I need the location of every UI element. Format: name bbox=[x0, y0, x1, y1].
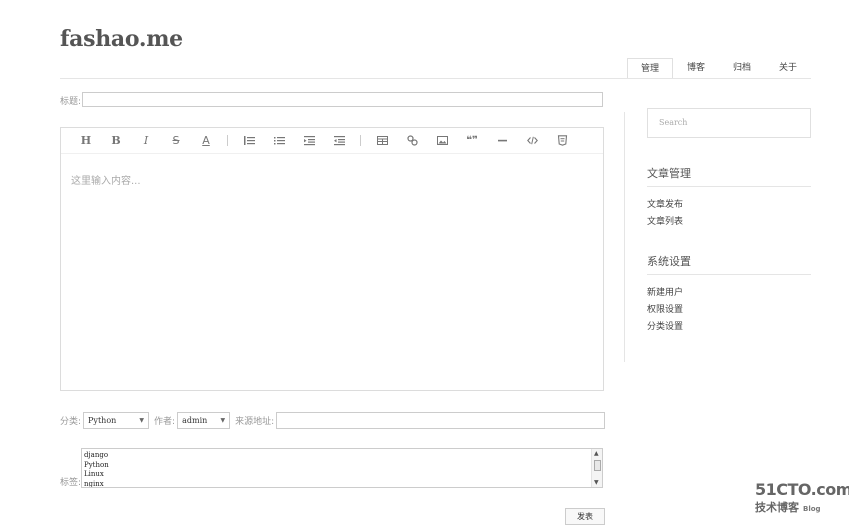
tab-manage[interactable]: 管理 bbox=[627, 58, 673, 79]
table-button[interactable] bbox=[367, 128, 397, 154]
content-textarea[interactable]: 这里输入内容... bbox=[71, 172, 141, 187]
category-value: Python bbox=[88, 416, 117, 425]
watermark-cn: 技术博客 bbox=[755, 501, 799, 514]
section-divider bbox=[647, 186, 811, 187]
scroll-up-icon[interactable]: ▲ bbox=[594, 450, 599, 457]
tags-label: 标签: bbox=[60, 478, 82, 488]
quote-button[interactable]: ❝❞ bbox=[457, 128, 487, 154]
tags-multiselect[interactable]: django Python Linux nginx ▲ ▼ bbox=[81, 448, 603, 488]
scroll-thumb[interactable] bbox=[594, 460, 601, 471]
html5-icon bbox=[557, 135, 567, 146]
heading-button[interactable]: H bbox=[71, 128, 101, 154]
tab-about[interactable]: 关于 bbox=[765, 58, 811, 79]
image-icon bbox=[436, 136, 448, 145]
sidebar-divider bbox=[624, 112, 625, 362]
author-select[interactable]: admin ▼ bbox=[177, 412, 231, 429]
indent-icon bbox=[303, 136, 315, 146]
unordered-list-icon bbox=[273, 137, 285, 145]
author-value: admin bbox=[182, 416, 208, 425]
ordered-list-button[interactable] bbox=[234, 128, 264, 154]
tag-option[interactable]: Python bbox=[84, 461, 602, 471]
editor-toolbar: H B I S A ❝❞ bbox=[61, 128, 603, 154]
source-url-input[interactable] bbox=[276, 412, 606, 429]
strikethrough-button[interactable]: S bbox=[161, 128, 191, 154]
html5-button[interactable] bbox=[547, 128, 577, 154]
author-label: 作者: bbox=[154, 417, 176, 427]
tags-list: django Python Linux nginx bbox=[82, 449, 602, 488]
image-button[interactable] bbox=[427, 128, 457, 154]
title-label: 标题: bbox=[60, 97, 82, 107]
source-label: 来源地址: bbox=[235, 417, 275, 427]
site-logo[interactable]: fashao.me bbox=[60, 26, 183, 52]
category-select[interactable]: Python ▼ bbox=[83, 412, 150, 429]
outdent-button[interactable] bbox=[324, 128, 354, 154]
italic-button[interactable]: I bbox=[131, 128, 161, 154]
markdown-editor: H B I S A ❝❞ 这里输入内容... bbox=[60, 127, 604, 391]
watermark-logo: 51CTO.com 技术博客 Blog bbox=[755, 480, 849, 515]
ordered-list-icon bbox=[243, 136, 255, 145]
sidebar-link-categories[interactable]: 分类设置 bbox=[647, 319, 683, 332]
toolbar-separator bbox=[227, 135, 228, 146]
tag-option[interactable]: django bbox=[84, 451, 602, 461]
chevron-down-icon: ▼ bbox=[139, 417, 145, 424]
horizontal-rule-icon bbox=[497, 139, 507, 142]
bold-button[interactable]: B bbox=[101, 128, 131, 154]
underline-button[interactable]: A bbox=[191, 128, 221, 154]
watermark-blog: Blog bbox=[803, 505, 821, 513]
sidebar-link-publish-article[interactable]: 文章发布 bbox=[647, 197, 683, 210]
scroll-down-icon[interactable]: ▼ bbox=[594, 479, 599, 486]
tab-blog[interactable]: 博客 bbox=[673, 58, 719, 79]
category-label: 分类: bbox=[60, 417, 82, 427]
toolbar-separator bbox=[360, 135, 361, 146]
section-divider bbox=[647, 274, 811, 275]
nav-tabs: 管理 博客 归档 关于 bbox=[627, 58, 811, 79]
code-button[interactable] bbox=[517, 128, 547, 154]
header-divider bbox=[60, 78, 811, 79]
search-input[interactable]: Search bbox=[647, 108, 811, 138]
section-title-articles: 文章管理 bbox=[647, 167, 691, 180]
link-icon bbox=[406, 135, 418, 146]
sidebar-link-article-list[interactable]: 文章列表 bbox=[647, 214, 683, 227]
sidebar-link-permissions[interactable]: 权限设置 bbox=[647, 302, 683, 315]
sidebar-link-new-user[interactable]: 新建用户 bbox=[647, 285, 683, 298]
title-input[interactable] bbox=[82, 92, 603, 107]
link-button[interactable] bbox=[397, 128, 427, 154]
watermark-subtitle: 技术博客 Blog bbox=[755, 499, 845, 515]
unordered-list-button[interactable] bbox=[264, 128, 294, 154]
chevron-down-icon: ▼ bbox=[220, 417, 226, 424]
outdent-icon bbox=[333, 136, 345, 146]
indent-button[interactable] bbox=[294, 128, 324, 154]
watermark-site: 51CTO.com bbox=[755, 480, 849, 499]
tag-option[interactable]: Linux bbox=[84, 470, 602, 480]
tags-scrollbar[interactable]: ▲ ▼ bbox=[591, 449, 602, 487]
table-icon bbox=[376, 136, 388, 145]
meta-row: 分类: Python ▼ 作者: admin ▼ 来源地址: bbox=[60, 412, 606, 429]
horizontal-rule-button[interactable] bbox=[487, 128, 517, 154]
tag-option[interactable]: nginx bbox=[84, 480, 602, 488]
tab-archive[interactable]: 归档 bbox=[719, 58, 765, 79]
code-icon bbox=[526, 136, 538, 145]
publish-button[interactable]: 发表 bbox=[565, 508, 605, 525]
section-title-settings: 系统设置 bbox=[647, 255, 691, 268]
